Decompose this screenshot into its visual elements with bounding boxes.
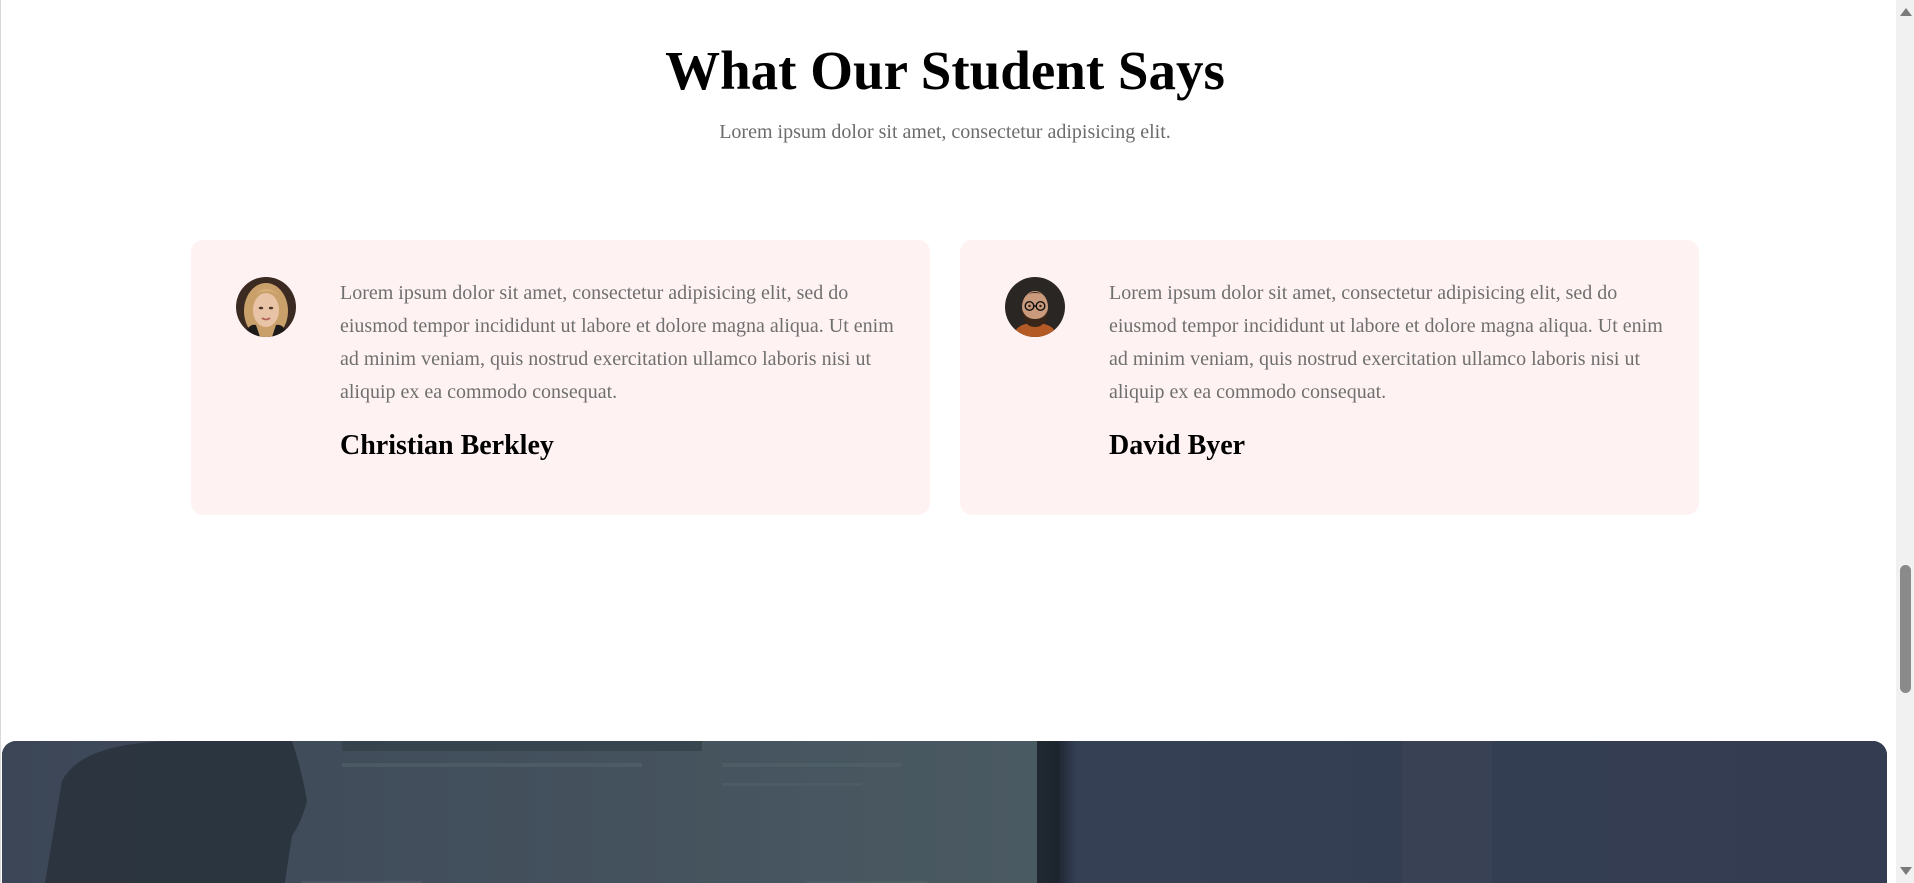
- woman-portrait-icon: [236, 277, 296, 337]
- avatar: [1005, 277, 1065, 337]
- testimonial-card: Lorem ipsum dolor sit amet, consectetur …: [960, 240, 1699, 515]
- scroll-down-icon[interactable]: [1900, 867, 1912, 875]
- testimonial-card: Lorem ipsum dolor sit amet, consectetur …: [191, 240, 930, 515]
- scrollbar-thumb[interactable]: [1900, 565, 1911, 693]
- call-to-action-banner-image: [2, 741, 1887, 883]
- avatar: [236, 277, 296, 337]
- page-content: What Our Student Says Lorem ipsum dolor …: [1, 0, 1897, 883]
- section-title: What Our Student Says: [665, 40, 1225, 101]
- testimonial-quote: Lorem ipsum dolor sit amet, consectetur …: [340, 282, 894, 403]
- section-subtitle: Lorem ipsum dolor sit amet, consectetur …: [719, 121, 1171, 143]
- bearded-man-portrait-icon: [1005, 277, 1065, 337]
- scroll-up-icon[interactable]: [1900, 8, 1912, 16]
- vertical-scrollbar[interactable]: [1896, 0, 1914, 883]
- browser-viewport: What Our Student Says Lorem ipsum dolor …: [0, 0, 1914, 883]
- testimonial-quote: Lorem ipsum dolor sit amet, consectetur …: [1109, 282, 1663, 403]
- testimonial-name: David Byer: [1109, 430, 1246, 461]
- testimonial-name: Christian Berkley: [340, 430, 554, 461]
